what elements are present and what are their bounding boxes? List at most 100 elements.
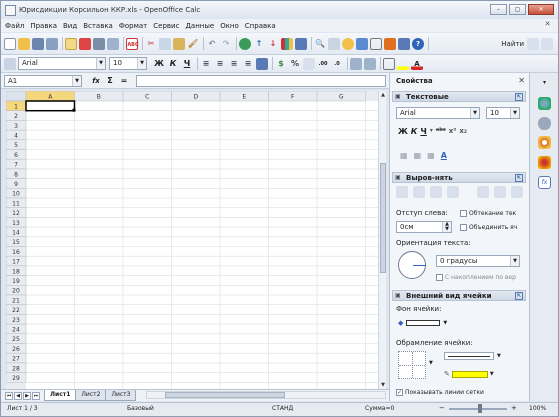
close-document-icon[interactable]: ✕ <box>543 20 552 29</box>
open-icon[interactable] <box>18 37 30 50</box>
paste-icon[interactable] <box>173 37 185 50</box>
subscript-icon[interactable]: x₂ <box>459 127 467 136</box>
italic-button[interactable]: К <box>167 58 179 70</box>
hyperlink-icon[interactable] <box>239 37 251 50</box>
underline-button[interactable]: Ч <box>181 58 193 70</box>
find-label[interactable]: Найти <box>501 40 524 48</box>
draw-functions-icon[interactable] <box>384 37 396 50</box>
size-dropdown-icon[interactable]: ▼ <box>137 58 146 69</box>
percent-icon[interactable]: % <box>289 58 301 70</box>
sidebar-justify-icon[interactable] <box>447 186 459 198</box>
styles-icon[interactable] <box>4 57 16 70</box>
styles-tab-icon[interactable] <box>538 117 551 130</box>
function-wizard-icon[interactable]: fx <box>90 75 102 87</box>
alignment-panel-header[interactable]: Выров-нять ⇱ <box>392 172 526 183</box>
indent-spin-icon[interactable]: ▲ ▼ <box>442 222 451 232</box>
formula-input[interactable] <box>136 74 386 87</box>
spreadsheet-grid[interactable]: A B C D E F G 1 2 3 4 5 6 7 8 9 10 11 12 13 14 15 16 17 18 19 20 21… <box>6 91 378 389</box>
font-name-box[interactable]: Arial ▼ <box>18 57 106 70</box>
print-preview-icon[interactable] <box>107 37 119 50</box>
font-color-icon[interactable]: A <box>411 57 423 70</box>
rectangle-icon[interactable] <box>370 37 382 50</box>
chart-icon[interactable] <box>281 37 293 50</box>
zoom-slider-knob[interactable] <box>478 404 482 413</box>
menu-edit[interactable]: Правка <box>30 22 57 30</box>
close-button[interactable]: ✕ <box>528 4 554 15</box>
sidebar-font-color-icon[interactable]: A <box>441 151 447 160</box>
properties-tab-icon[interactable] <box>538 97 551 110</box>
line-style-box[interactable] <box>444 352 494 360</box>
last-sheet-icon[interactable]: ⏭ <box>32 391 40 400</box>
function-icon[interactable]: = <box>118 75 130 87</box>
sidebar-menu-icon[interactable]: ▾ <box>538 77 551 90</box>
gallery-tab-icon[interactable] <box>538 136 551 149</box>
sheet-tab-1[interactable]: Лист1 <box>44 390 77 401</box>
menu-file[interactable]: Файл <box>5 22 24 30</box>
cell-appearance-panel-header[interactable]: Внешний вид ячейки ⇱ <box>392 290 526 301</box>
find-replace-icon[interactable]: 🔍 <box>314 38 326 50</box>
pivot-table-icon[interactable] <box>295 37 307 50</box>
spellcheck-icon[interactable]: ABC <box>126 37 139 50</box>
borders-icon[interactable] <box>383 57 395 70</box>
minimize-button[interactable]: – <box>490 4 507 15</box>
selected-cell-cursor[interactable] <box>25 100 76 112</box>
standard-format-icon[interactable] <box>303 57 315 70</box>
sidebar-align-right-icon[interactable] <box>430 186 442 198</box>
scroll-up-icon[interactable]: ▲ <box>379 91 387 99</box>
bold-button[interactable]: Ж <box>153 58 165 70</box>
navigator-icon[interactable] <box>328 37 340 50</box>
status-sum[interactable]: Сумма=0 <box>365 405 394 412</box>
increase-indent-icon[interactable] <box>364 57 376 70</box>
sidebar-close-icon[interactable]: ✕ <box>518 76 525 85</box>
grid-canvas[interactable]: A B C D E F G123456789101112131415161718192021… <box>6 91 378 389</box>
status-insert-mode[interactable]: СТАНД <box>272 405 293 412</box>
menu-help[interactable]: Справка <box>245 22 276 30</box>
menu-view[interactable]: Вид <box>63 22 77 30</box>
navigator-tab-icon[interactable] <box>538 156 551 169</box>
zoom-icon[interactable] <box>398 37 410 50</box>
name-box[interactable]: A1 ▼ <box>4 74 82 87</box>
line-color-dropdown-icon[interactable]: ▼ <box>490 371 494 377</box>
vertical-scroll-thumb[interactable] <box>380 163 386 273</box>
menu-data[interactable]: Данные <box>185 22 214 30</box>
justify-icon[interactable]: ≡ <box>242 58 254 70</box>
find-up-icon[interactable] <box>541 37 553 50</box>
strikethrough-icon[interactable]: abc <box>436 127 446 136</box>
cell-appearance-more-icon[interactable]: ⇱ <box>515 292 523 300</box>
sheet-tab-3[interactable]: Лист3 <box>105 390 137 401</box>
font-size-box[interactable]: 10 ▼ <box>109 57 147 70</box>
functions-tab-icon[interactable]: fx <box>538 176 551 189</box>
gallery-icon[interactable] <box>342 37 354 50</box>
sidebar-font-dropdown-icon[interactable]: ▼ <box>470 108 479 118</box>
redo-icon[interactable]: ↷ <box>220 38 232 50</box>
sort-ascending-icon[interactable]: ↑ <box>253 38 265 50</box>
select-all-corner[interactable] <box>6 91 27 102</box>
align-left-icon[interactable]: ≡ <box>200 58 212 70</box>
help-icon[interactable]: ? <box>412 37 424 50</box>
status-page-style[interactable]: Базовый <box>127 405 154 412</box>
sum-icon[interactable]: Σ <box>104 75 116 87</box>
sidebar-font-name[interactable]: Arial ▼ <box>396 107 480 119</box>
background-color-icon[interactable] <box>397 57 409 70</box>
next-sheet-icon[interactable]: ▶ <box>23 391 31 400</box>
prev-sheet-icon[interactable]: ◀ <box>14 391 22 400</box>
font-effects-icon[interactable]: ▦ <box>400 151 408 160</box>
sheet-tab-2[interactable]: Лист2 <box>75 390 107 401</box>
first-sheet-icon[interactable]: ⏮ <box>5 391 13 400</box>
align-center-icon[interactable]: ≡ <box>214 58 226 70</box>
cell-background-picker[interactable]: ◆ ▼ <box>398 317 452 328</box>
merge-cells-checkbox[interactable]: Объединить яч <box>460 224 522 231</box>
menu-format[interactable]: Формат <box>119 22 147 30</box>
print-icon[interactable] <box>93 37 105 50</box>
text-panel-more-icon[interactable]: ⇱ <box>515 93 523 101</box>
sidebar-bold-button[interactable]: Ж <box>398 127 408 136</box>
export-pdf-icon[interactable] <box>79 37 91 50</box>
scroll-down-icon[interactable]: ▼ <box>379 381 387 389</box>
sidebar-italic-button[interactable]: К <box>411 127 418 136</box>
zoom-level[interactable]: 100% <box>529 405 546 412</box>
email-icon[interactable] <box>46 37 58 50</box>
align-right-icon[interactable]: ≡ <box>228 58 240 70</box>
horizontal-scrollbar[interactable] <box>146 391 386 399</box>
datasources-icon[interactable] <box>356 37 368 50</box>
currency-icon[interactable]: $ <box>275 58 287 70</box>
